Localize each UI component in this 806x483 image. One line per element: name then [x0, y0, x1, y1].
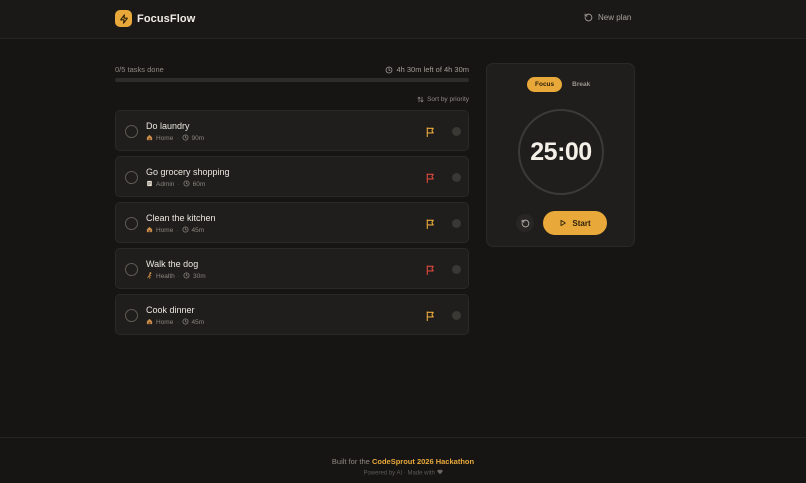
refresh-icon [584, 13, 593, 22]
lightning-bolt-icon [115, 10, 132, 27]
task-category: Admin [156, 181, 175, 188]
runner-icon [146, 272, 153, 281]
brand[interactable]: FocusFlow [115, 10, 195, 27]
reset-timer-button[interactable] [516, 214, 534, 232]
task-checkbox[interactable] [125, 263, 138, 276]
clock-icon [386, 66, 393, 73]
task-menu-dot[interactable] [452, 219, 461, 228]
task-item[interactable]: Walk the dog Health · 30m [115, 248, 469, 289]
clock-icon [183, 272, 190, 281]
new-plan-label: New plan [598, 13, 632, 22]
task-checkbox[interactable] [125, 125, 138, 138]
pomodoro-timer: Focus Break 25:00 Start [486, 63, 635, 247]
task-checkbox[interactable] [125, 217, 138, 230]
start-timer-button[interactable]: Start [543, 211, 607, 235]
play-icon [560, 219, 567, 227]
progress-bar [115, 78, 469, 82]
task-meta: Home · 90m [146, 134, 204, 143]
task-meta: Home · 45m [146, 226, 204, 235]
footer-powered: Powered by AI · Made with [0, 469, 806, 477]
clock-icon [182, 226, 189, 235]
tab-break[interactable]: Break [564, 77, 598, 92]
clock-icon [183, 180, 190, 189]
hackathon-link[interactable]: CodeSprout 2026 Hackathon [372, 457, 474, 466]
task-item[interactable]: Cook dinner Home · 45m [115, 294, 469, 335]
task-duration: 60m [192, 181, 206, 188]
footer: Built for the CodeSprout 2026 Hackathon … [0, 437, 806, 483]
task-menu-dot[interactable] [452, 127, 461, 136]
priority-flag-icon[interactable] [425, 309, 436, 322]
task-duration: 45m [191, 227, 205, 234]
heart-icon [436, 469, 443, 475]
memo-icon [146, 180, 153, 189]
task-title: Walk the dog [146, 259, 199, 269]
task-category: Home [156, 135, 174, 142]
start-label: Start [572, 218, 591, 228]
tab-focus[interactable]: Focus [527, 77, 563, 92]
task-meta: Home · 45m [146, 318, 204, 327]
task-meta: Admin · 60m [146, 180, 205, 189]
house-icon [146, 134, 153, 143]
task-category: Home [156, 319, 174, 326]
task-menu-dot[interactable] [452, 311, 461, 320]
time-left: 4h 30m left of 4h 30m [385, 65, 469, 74]
task-title: Cook dinner [146, 305, 195, 315]
timer-display: 25:00 [530, 137, 592, 166]
task-menu-dot[interactable] [452, 265, 461, 274]
tasks-done-label: 0/5 tasks done [115, 65, 164, 74]
priority-flag-icon[interactable] [425, 171, 436, 184]
task-item[interactable]: Clean the kitchen Home · 45m [115, 202, 469, 243]
app-name: FocusFlow [137, 12, 196, 25]
priority-flag-icon[interactable] [425, 125, 436, 138]
priority-flag-icon[interactable] [425, 217, 436, 230]
house-icon [146, 318, 153, 327]
reset-icon [521, 219, 529, 227]
task-item[interactable]: Go grocery shopping Admin · 60m [115, 156, 469, 197]
house-icon [146, 226, 153, 235]
timer-mode-tabs: Focus Break [527, 77, 598, 92]
task-duration: 45m [191, 319, 205, 326]
task-menu-dot[interactable] [452, 173, 461, 182]
timer-ring: 25:00 [518, 109, 604, 195]
clock-icon [182, 318, 189, 327]
time-left-label: 4h 30m left of 4h 30m [396, 65, 469, 74]
app-header: FocusFlow New plan [0, 0, 806, 39]
task-item[interactable]: Do laundry Home · 90m [115, 110, 469, 151]
priority-flag-icon[interactable] [425, 263, 436, 276]
task-duration: 90m [191, 135, 205, 142]
task-title: Clean the kitchen [146, 213, 216, 223]
sort-arrows-icon [417, 96, 424, 103]
task-duration: 30m [192, 273, 206, 280]
task-category: Health [156, 273, 175, 280]
sort-label: Sort by priority [427, 96, 469, 103]
sort-by-priority-button[interactable]: Sort by priority [417, 96, 469, 103]
new-plan-button[interactable]: New plan [584, 13, 631, 22]
footer-credit: Built for the CodeSprout 2026 Hackathon [331, 457, 475, 466]
task-title: Go grocery shopping [146, 167, 230, 177]
task-checkbox[interactable] [125, 309, 138, 322]
clock-icon [182, 134, 189, 143]
task-meta: Health · 30m [146, 272, 206, 281]
task-checkbox[interactable] [125, 171, 138, 184]
task-title: Do laundry [146, 121, 190, 131]
task-category: Home [156, 227, 174, 234]
